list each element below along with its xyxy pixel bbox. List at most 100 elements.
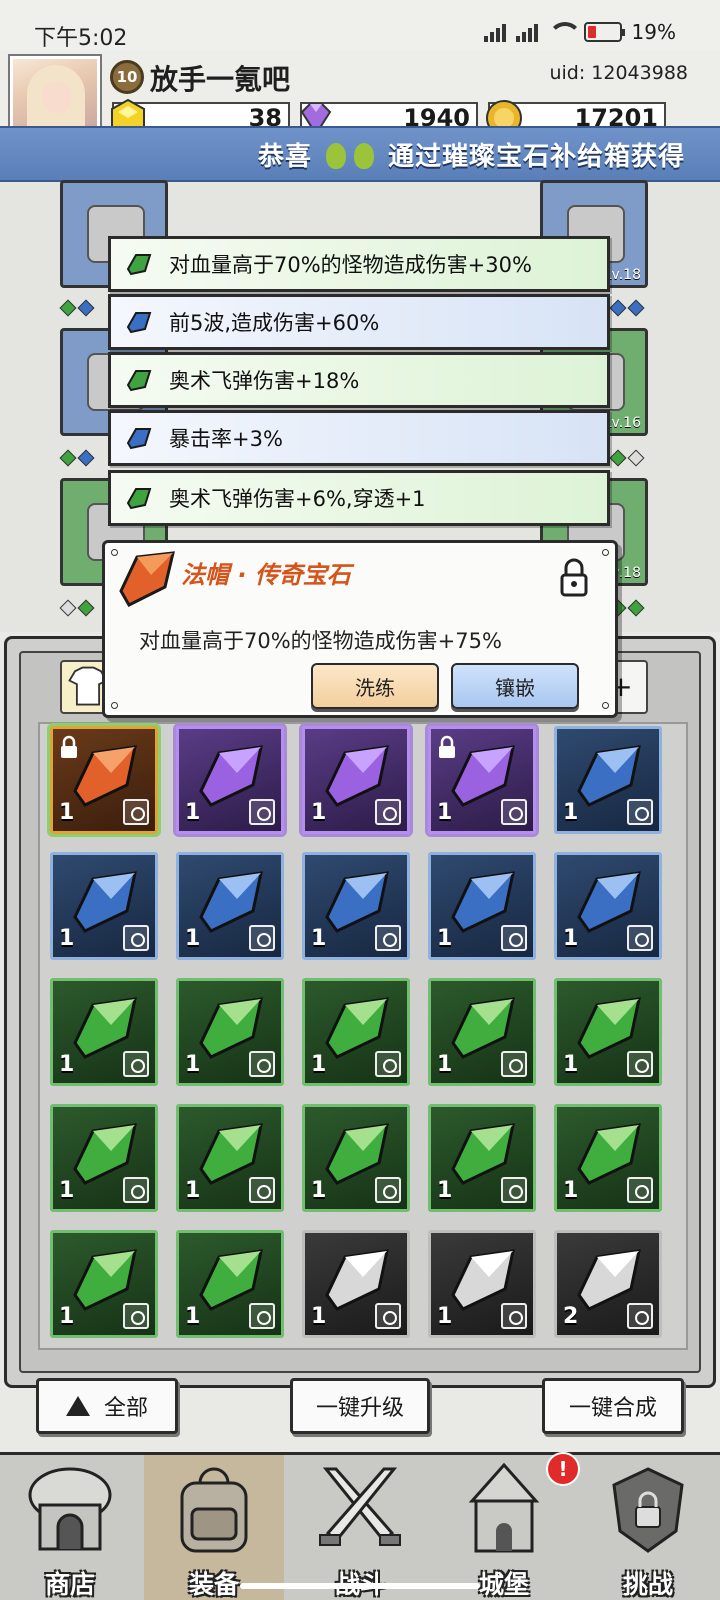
gem-count: 1 — [437, 1178, 453, 1203]
gem-count: 1 — [185, 800, 201, 825]
slot-type-icon — [249, 1303, 275, 1329]
gem-slot[interactable]: 1 — [50, 1104, 158, 1212]
gem-slot[interactable]: 1 — [554, 726, 662, 834]
backpack-icon — [180, 1467, 248, 1553]
all-label: 全部 — [103, 1396, 148, 1421]
battery-percent: 19% — [631, 20, 676, 44]
gem-count: 1 — [311, 1052, 327, 1077]
nav-battle[interactable]: 战斗 — [290, 1455, 430, 1600]
player-name: 放手一氪吧 — [150, 63, 291, 96]
slot-type-icon — [249, 799, 275, 825]
ticker-message: 通过璀璨宝石补给箱获得 — [388, 142, 686, 172]
slot-type-icon — [627, 1177, 653, 1203]
gem-slot[interactable]: 1 — [302, 1104, 410, 1212]
slot-type-icon — [123, 1177, 149, 1203]
gem-count: 1 — [563, 1178, 579, 1203]
gem-slot[interactable]: 1 — [50, 852, 158, 960]
nav-equipment[interactable]: 装备 — [144, 1455, 284, 1600]
socket-row — [609, 449, 645, 467]
gem-slot[interactable]: 1 — [176, 1230, 284, 1338]
affix-line-1: 对血量高于70%的怪物造成伤害+30% — [108, 236, 610, 292]
gem-count: 1 — [563, 800, 579, 825]
avatar[interactable] — [10, 56, 100, 134]
gem-slot[interactable]: 1 — [554, 852, 662, 960]
affix-text: 奥术飞弹伤害+18% — [169, 369, 360, 393]
inlay-button[interactable]: 镶嵌 — [451, 663, 579, 709]
gem-count: 1 — [185, 1052, 201, 1077]
gem-slot[interactable]: 1 — [176, 852, 284, 960]
nav-label: 挑战 — [622, 1570, 673, 1599]
gem-slot[interactable]: 1 — [176, 1104, 284, 1212]
slot-type-icon — [123, 925, 149, 951]
gem-count: 1 — [437, 800, 453, 825]
pear-icon — [354, 143, 375, 169]
slot-type-icon — [501, 1177, 527, 1203]
gem-slot[interactable]: 1 — [428, 1230, 536, 1338]
slot-type-icon — [375, 1177, 401, 1203]
gem-slot[interactable]: 1 — [302, 978, 410, 1086]
gem-count: 1 — [563, 926, 579, 951]
gem-slot[interactable]: 1 — [50, 1230, 158, 1338]
slot-type-icon — [375, 1051, 401, 1077]
popup-description: 对血量高于70%的怪物造成伤害+75% — [139, 629, 502, 653]
all-filter-button[interactable]: 全部 — [36, 1378, 178, 1434]
slot-type-icon — [501, 1303, 527, 1329]
bottom-nav: 商店 装备 战斗 城堡 挑战 — [0, 1452, 720, 1600]
slot-type-icon — [375, 799, 401, 825]
gem-slot[interactable]: 1 — [176, 978, 284, 1086]
gem-count: 1 — [311, 926, 327, 951]
gem-count: 1 — [311, 1178, 327, 1203]
battery-icon — [583, 22, 625, 42]
refine-button[interactable]: 洗练 — [311, 663, 439, 709]
gem-slot[interactable]: 1 — [428, 726, 536, 834]
gem-slot[interactable]: 1 — [428, 852, 536, 960]
lock-icon — [61, 735, 77, 758]
blue-gem-icon — [126, 312, 152, 334]
player-level-badge: 10 — [110, 60, 144, 94]
affix-line-3: 奥术飞弹伤害+18% — [108, 352, 610, 408]
gem-count: 1 — [59, 1052, 75, 1077]
player-uid: uid: 12043988 — [549, 62, 688, 84]
slot-type-icon — [627, 925, 653, 951]
gem-slot[interactable]: 1 — [302, 726, 410, 834]
home-indicator[interactable] — [240, 1583, 480, 1589]
socket-row — [59, 299, 95, 317]
green-gem-icon — [126, 370, 152, 392]
slot-type-icon — [375, 1303, 401, 1329]
notification-badge: ! — [546, 1452, 580, 1486]
gem-slot[interactable]: 2 — [554, 1230, 662, 1338]
triangle-icon — [65, 1396, 90, 1416]
upgrade-all-button[interactable]: 一键升级 — [290, 1378, 430, 1434]
gem-slot[interactable]: 1 — [50, 726, 158, 834]
affix-text: 奥术飞弹伤害+6%,穿透+1 — [169, 487, 426, 511]
gem-slot[interactable]: 1 — [554, 978, 662, 1086]
slot-type-icon — [501, 799, 527, 825]
blue-gem-icon — [126, 428, 152, 450]
affix-text: 暴击率+3% — [169, 427, 283, 451]
gem-slot[interactable]: 1 — [428, 1104, 536, 1212]
gem-count: 1 — [311, 800, 327, 825]
lock-icon[interactable] — [559, 557, 589, 597]
castle-icon — [468, 1462, 540, 1553]
slot-type-icon — [249, 1051, 275, 1077]
gem-slot[interactable]: 1 — [50, 978, 158, 1086]
gem-slot[interactable]: 1 — [554, 1104, 662, 1212]
gem-slot[interactable]: 1 — [302, 852, 410, 960]
slot-type-icon — [249, 1177, 275, 1203]
status-indicators: 19% — [483, 20, 676, 44]
nav-challenge[interactable]: 挑战 — [578, 1455, 718, 1600]
socket-row — [609, 299, 645, 317]
gem-count: 1 — [59, 926, 75, 951]
slot-type-icon — [501, 1051, 527, 1077]
nav-shop[interactable]: 商店 — [0, 1455, 140, 1600]
gem-count: 1 — [185, 1178, 201, 1203]
gem-slot[interactable]: 1 — [428, 978, 536, 1086]
pear-icon — [326, 143, 347, 169]
merge-all-button[interactable]: 一键合成 — [542, 1378, 684, 1434]
slot-type-icon — [375, 925, 401, 951]
gem-grid: 1 1 1 1 1 1 1 1 1 1 1 1 1 1 1 1 1 1 1 1 1 1 1 1 2 — [38, 722, 688, 1350]
status-bar: 下午5:02 19% — [0, 0, 720, 56]
gem-count: 1 — [185, 1304, 201, 1329]
gem-slot[interactable]: 1 — [176, 726, 284, 834]
gem-slot[interactable]: 1 — [302, 1230, 410, 1338]
